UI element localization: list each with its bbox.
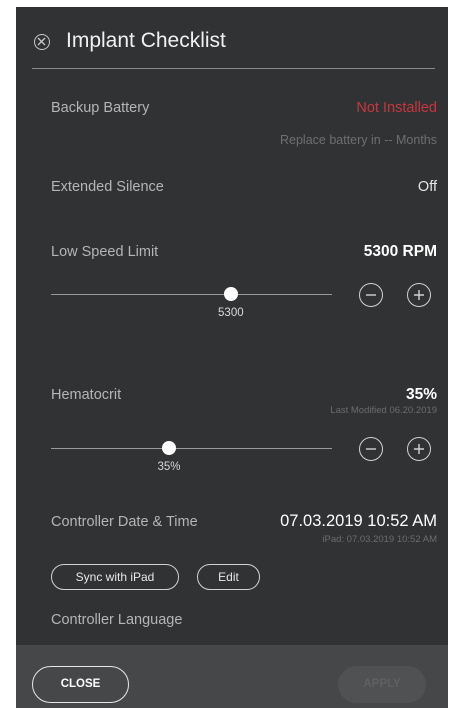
sync-with-ipad-button[interactable]: Sync with iPad [51, 564, 179, 590]
extended-silence-label: Extended Silence [51, 179, 164, 195]
low-speed-limit-value: 5300 RPM [363, 243, 437, 260]
close-button[interactable]: CLOSE [32, 666, 129, 703]
backup-battery-label: Backup Battery [51, 100, 150, 116]
extended-silence-value[interactable]: Off [418, 179, 437, 195]
apply-button[interactable]: APPLY [338, 666, 426, 703]
low-speed-slider-track[interactable] [51, 294, 332, 295]
controller-datetime-label: Controller Date & Time [51, 514, 198, 530]
hematocrit-increment-button[interactable] [407, 437, 431, 461]
low-speed-limit-label: Low Speed Limit [51, 244, 159, 260]
backup-battery-status: Not Installed [356, 100, 437, 116]
header-divider [32, 68, 435, 69]
hematocrit-slider-thumb[interactable] [162, 441, 177, 455]
hematocrit-decrement-button[interactable] [359, 437, 383, 461]
close-icon[interactable] [34, 34, 50, 50]
hematocrit-value: 35% [405, 386, 437, 403]
implant-checklist-panel: Implant Checklist Backup Battery Not Ins… [16, 7, 448, 708]
hematocrit-slider-track[interactable] [51, 448, 332, 449]
hematocrit-last-modified: Last Modified 06.20.2019 [330, 405, 437, 416]
controller-language-label: Controller Language [51, 612, 183, 628]
edit-datetime-button[interactable]: Edit [197, 564, 260, 590]
ipad-time: iPad: 07.03.2019 10:52 AM [322, 534, 437, 545]
battery-replace-note: Replace battery in -- Months [279, 133, 437, 147]
low-speed-increment-button[interactable] [407, 283, 431, 307]
page-title: Implant Checklist [66, 29, 226, 52]
controller-datetime-value: 07.03.2019 10:52 AM [280, 512, 437, 530]
low-speed-decrement-button[interactable] [359, 283, 383, 307]
hematocrit-label: Hematocrit [51, 387, 122, 403]
hematocrit-slider-value: 35% [157, 461, 181, 473]
footer-bar: CLOSE APPLY [16, 645, 448, 708]
low-speed-slider-value: 5300 [218, 307, 244, 319]
low-speed-slider-thumb[interactable] [223, 287, 238, 301]
